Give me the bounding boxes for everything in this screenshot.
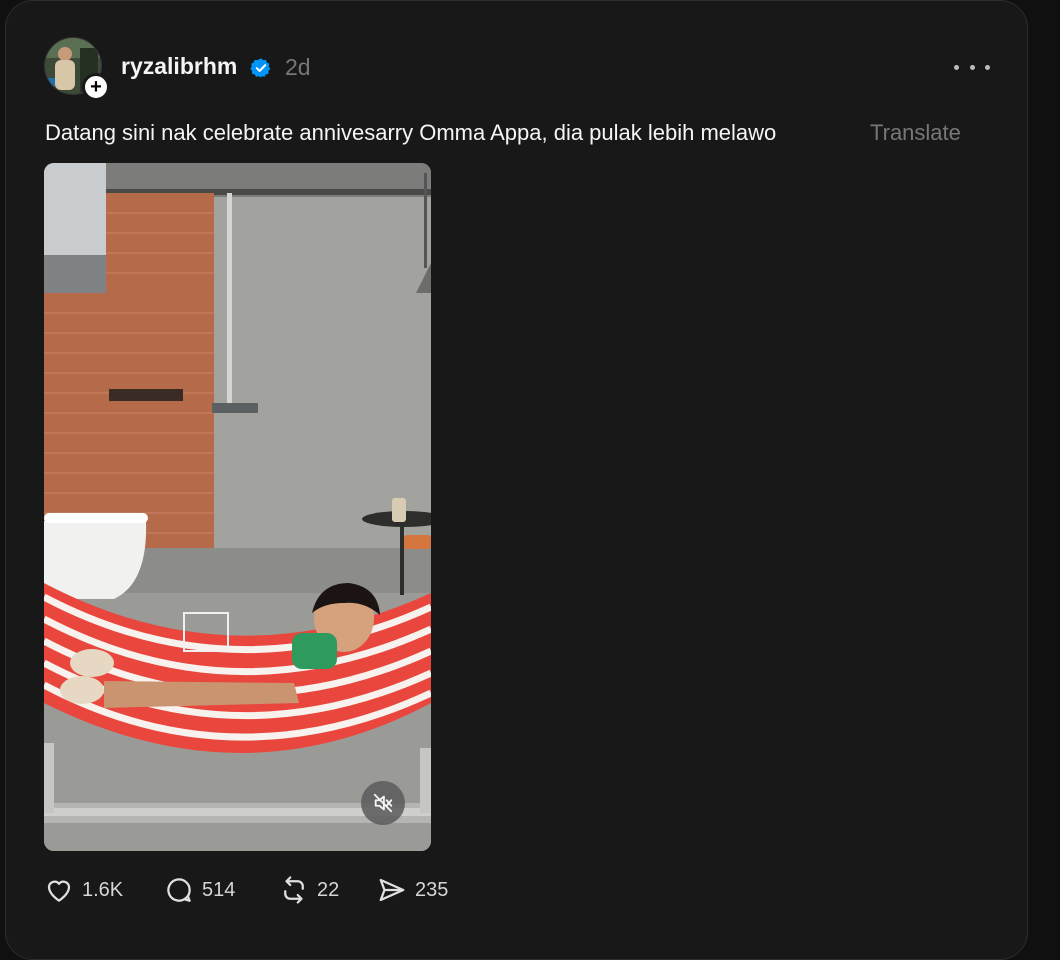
post-timestamp[interactable]: 2d [285, 54, 311, 81]
reply-count: 514 [202, 878, 236, 901]
verified-badge-icon [250, 58, 271, 78]
share-count: 235 [415, 878, 449, 901]
post-video[interactable] [44, 163, 431, 851]
post-caption: Datang sini nak celebrate annivesarry Om… [45, 120, 777, 145]
repost-count: 22 [317, 878, 340, 901]
muted-speaker-icon [373, 793, 393, 813]
mute-toggle-button[interactable] [361, 781, 405, 825]
post-card[interactable]: + ryzalibrhm 2d Datang sini nak celebrat… [5, 0, 1028, 960]
like-count: 1.6K [82, 878, 124, 901]
reply-button[interactable]: 514 [164, 871, 235, 909]
repost-button[interactable]: 22 [279, 871, 339, 909]
send-icon [379, 878, 405, 902]
repost-icon [284, 876, 304, 904]
like-button[interactable]: 1.6K [44, 871, 123, 909]
author-avatar[interactable]: + [44, 37, 110, 101]
follow-plus-icon[interactable]: + [82, 73, 110, 101]
translate-link[interactable]: Translate [870, 120, 961, 146]
comment-bubble-icon [167, 878, 191, 902]
share-button[interactable]: 235 [377, 871, 448, 909]
more-options-icon[interactable] [954, 57, 990, 77]
username[interactable]: ryzalibrhm [121, 53, 237, 80]
heart-icon [47, 880, 71, 902]
